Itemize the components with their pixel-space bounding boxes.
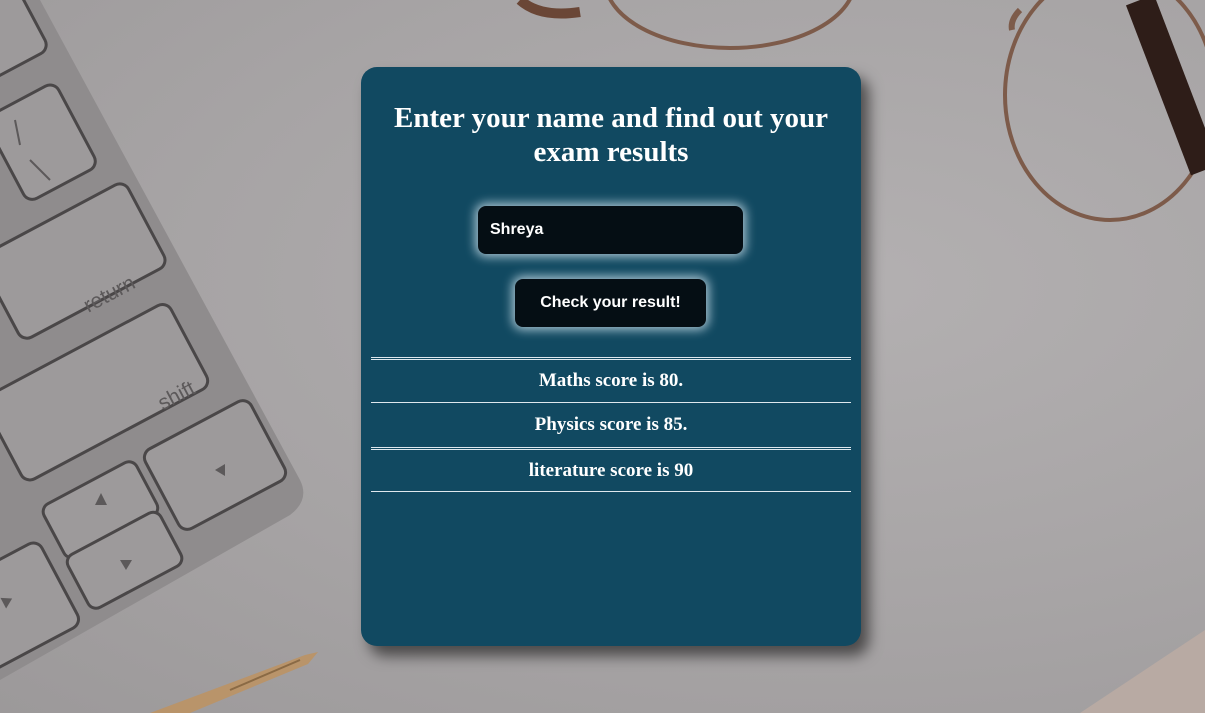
name-input[interactable] xyxy=(478,206,743,254)
results-list: Maths score is 80. Physics score is 85. … xyxy=(371,357,851,492)
result-item-literature: literature score is 90 xyxy=(371,447,851,492)
result-item-maths: Maths score is 80. xyxy=(371,357,851,402)
check-result-button[interactable]: Check your result! xyxy=(515,279,706,327)
keyboard: return shift xyxy=(0,0,304,680)
exam-result-card: Enter your name and find out your exam r… xyxy=(361,67,861,646)
notebook-corner xyxy=(1080,630,1205,713)
result-item-physics: Physics score is 85. xyxy=(371,402,851,447)
page-title: Enter your name and find out your exam r… xyxy=(394,102,828,168)
pen xyxy=(150,652,318,713)
